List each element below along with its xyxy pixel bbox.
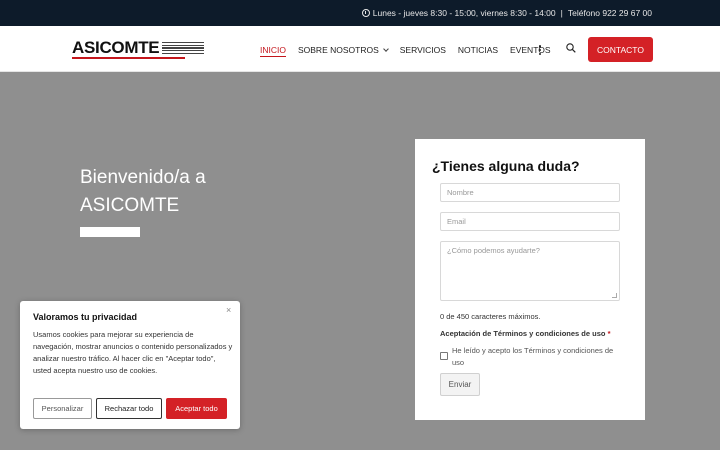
cookie-title: Valoramos tu privacidad xyxy=(33,312,138,322)
terms-checkbox[interactable] xyxy=(440,352,448,360)
message-textarea[interactable]: ¿Cómo podemos ayudarte? xyxy=(440,241,620,301)
form-title: ¿Tienes alguna duda? xyxy=(432,158,580,174)
accept-all-button[interactable]: Aceptar todo xyxy=(166,398,227,419)
logo-underline xyxy=(72,57,185,59)
name-field[interactable]: Nombre xyxy=(440,183,620,202)
terms-label: Aceptación de Términos y condiciones de … xyxy=(440,329,610,338)
phone-text[interactable]: Teléfono 922 29 67 00 xyxy=(568,8,652,18)
site-header: ASICOMTE INICIO SOBRE NOSOTROS SERVICIOS… xyxy=(0,26,720,72)
email-field[interactable]: Email xyxy=(440,212,620,231)
search-icon[interactable] xyxy=(566,43,576,53)
reject-all-button[interactable]: Rechazar todo xyxy=(96,398,162,419)
message-placeholder: ¿Cómo podemos ayudarte? xyxy=(447,246,540,255)
contact-form-card: ¿Tienes alguna duda? Nombre Email ¿Cómo … xyxy=(415,139,645,420)
logo-lines-icon xyxy=(162,41,205,55)
char-counter: 0 de 450 caracteres máximos. xyxy=(440,312,541,321)
logo-text: ASICOMTE xyxy=(72,38,160,57)
close-icon[interactable]: × xyxy=(226,305,231,315)
topbar-separator: | xyxy=(560,8,563,18)
required-mark: * xyxy=(607,329,611,338)
logo[interactable]: ASICOMTE xyxy=(72,38,205,58)
cookie-banner: Valoramos tu privacidad × Usamos cookies… xyxy=(20,301,240,429)
customize-button[interactable]: Personalizar xyxy=(33,398,92,419)
nav-item-servicios[interactable]: SERVICIOS xyxy=(400,43,446,57)
schedule-text: Lunes - jueves 8:30 - 15:00, viernes 8:3… xyxy=(372,8,556,18)
nav-item-label: SOBRE NOSOTROS xyxy=(297,45,379,55)
main-nav: INICIO SOBRE NOSOTROS SERVICIOS NOTICIAS… xyxy=(260,43,563,57)
contact-button[interactable]: CONTACTO xyxy=(588,37,653,62)
nav-item-inicio[interactable]: INICIO xyxy=(260,43,286,57)
hero-button[interactable] xyxy=(80,227,140,237)
resize-handle-icon[interactable] xyxy=(612,293,617,298)
chevron-down-icon xyxy=(382,45,389,52)
top-info-bar: Lunes - jueves 8:30 - 15:00, viernes 8:3… xyxy=(0,0,720,26)
cookie-text: Usamos cookies para mejorar su experienc… xyxy=(33,330,233,375)
nav-item-eventos[interactable]: EVENTOS xyxy=(510,43,550,57)
terms-label-text: Aceptación de Términos y condiciones de … xyxy=(440,329,606,338)
clock-icon xyxy=(361,9,370,17)
hero-title: Bienvenido/a a ASICOMTE xyxy=(80,167,206,216)
nav-item-noticias[interactable]: NOTICIAS xyxy=(458,43,498,57)
submit-button[interactable]: Enviar xyxy=(440,373,480,396)
nav-item-sobre-nosotros[interactable]: SOBRE NOSOTROS xyxy=(297,43,389,57)
terms-checkbox-label[interactable]: He leído y acepto los Términos y condici… xyxy=(452,345,622,369)
more-menu-icon[interactable] xyxy=(538,45,542,55)
